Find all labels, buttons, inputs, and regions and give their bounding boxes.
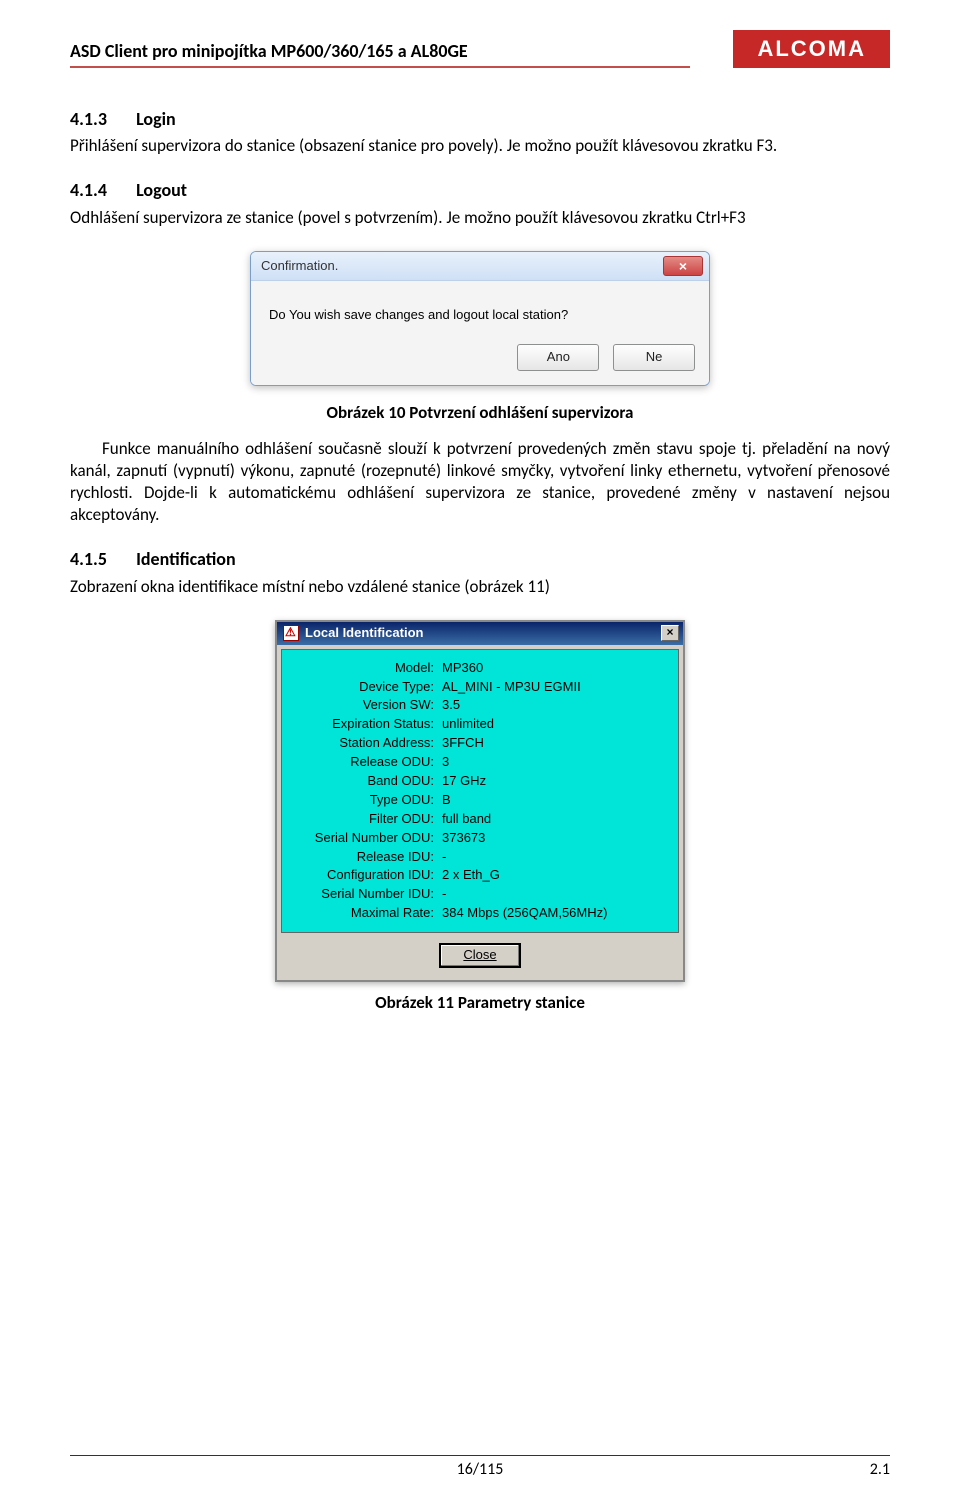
section-logout-text: Odhlášení supervizora ze stanice (povel … xyxy=(70,207,890,229)
content: 4.1.3 Login Přihlášení supervizora do st… xyxy=(70,108,890,1014)
post-figure10-paragraph: Funkce manuálního odhlášení současně slo… xyxy=(70,438,890,526)
confirmation-dialog: Confirmation. × Do You wish save changes… xyxy=(250,251,710,386)
id-row: Release IDU:- xyxy=(292,849,668,866)
id-row: Station Address:3FFCH xyxy=(292,735,668,752)
section-number: 4.1.5 xyxy=(70,548,132,571)
id-label: Maximal Rate: xyxy=(292,905,442,922)
id-value: 2 x Eth_G xyxy=(442,867,500,884)
id-label: Model: xyxy=(292,660,442,677)
id-value: 384 Mbps (256QAM,56MHz) xyxy=(442,905,607,922)
section-logout-heading: 4.1.4 Logout xyxy=(70,179,890,202)
id-row: Filter ODU:full band xyxy=(292,811,668,828)
id-row: Band ODU:17 GHz xyxy=(292,773,668,790)
id-value: B xyxy=(442,792,451,809)
identification-window: Local Identification × Model:MP360Device… xyxy=(275,620,685,982)
dialog-buttons: Ano Ne xyxy=(251,334,709,385)
section-title: Login xyxy=(136,108,176,130)
id-value: unlimited xyxy=(442,716,494,733)
close-icon[interactable]: × xyxy=(661,625,679,641)
id-row: Device Type:AL_MINI - MP3U EGMII xyxy=(292,679,668,696)
id-value: - xyxy=(442,849,446,866)
section-login-text: Přihlášení supervizora do stanice (obsaz… xyxy=(70,135,890,157)
id-value: AL_MINI - MP3U EGMII xyxy=(442,679,581,696)
id-label: Device Type: xyxy=(292,679,442,696)
section-number: 4.1.3 xyxy=(70,108,132,131)
page-footer: 16/115 2.1 xyxy=(70,1455,890,1479)
id-row: Serial Number IDU:- xyxy=(292,886,668,903)
id-label: Station Address: xyxy=(292,735,442,752)
page-header: ASD Client pro minipojítka MP600/360/165… xyxy=(70,30,890,68)
page: ASD Client pro minipojítka MP600/360/165… xyxy=(0,0,960,1503)
doc-title: ASD Client pro minipojítka MP600/360/165… xyxy=(70,40,690,68)
id-label: Serial Number ODU: xyxy=(292,830,442,847)
section-title: Identification xyxy=(136,548,236,570)
id-row: Configuration IDU:2 x Eth_G xyxy=(292,867,668,884)
id-value: 3 xyxy=(442,754,449,771)
id-row: Maximal Rate:384 Mbps (256QAM,56MHz) xyxy=(292,905,668,922)
id-panel: Model:MP360Device Type:AL_MINI - MP3U EG… xyxy=(281,649,679,933)
figure-10: Confirmation. × Do You wish save changes… xyxy=(70,251,890,392)
id-label: Version SW: xyxy=(292,697,442,714)
section-login-heading: 4.1.3 Login xyxy=(70,108,890,131)
id-value: full band xyxy=(442,811,491,828)
dialog-message: Do You wish save changes and logout loca… xyxy=(269,307,691,324)
dialog-body: Do You wish save changes and logout loca… xyxy=(251,281,709,334)
id-value: 3FFCH xyxy=(442,735,484,752)
id-label: Release IDU: xyxy=(292,849,442,866)
id-row: Serial Number ODU:373673 xyxy=(292,830,668,847)
brand-logo: ALCOMA xyxy=(733,30,890,68)
id-label: Filter ODU: xyxy=(292,811,442,828)
id-value: 373673 xyxy=(442,830,485,847)
id-value: 3.5 xyxy=(442,697,460,714)
dialog-title: Confirmation. xyxy=(261,258,338,275)
id-row: Release ODU:3 xyxy=(292,754,668,771)
id-body: Model:MP360Device Type:AL_MINI - MP3U EG… xyxy=(277,645,683,980)
warning-icon xyxy=(283,625,299,641)
section-title: Logout xyxy=(136,179,187,201)
id-label: Configuration IDU: xyxy=(292,867,442,884)
id-row: Expiration Status:unlimited xyxy=(292,716,668,733)
id-row: Version SW:3.5 xyxy=(292,697,668,714)
id-button-row: Close xyxy=(281,933,679,976)
id-label: Type ODU: xyxy=(292,792,442,809)
id-label: Band ODU: xyxy=(292,773,442,790)
id-row: Type ODU:B xyxy=(292,792,668,809)
id-label: Release ODU: xyxy=(292,754,442,771)
figure-11: Local Identification × Model:MP360Device… xyxy=(70,620,890,982)
section-identification-text: Zobrazení okna identifikace místní nebo … xyxy=(70,576,890,598)
id-value: MP360 xyxy=(442,660,483,677)
dialog-titlebar: Confirmation. × xyxy=(251,252,709,281)
section-number: 4.1.4 xyxy=(70,179,132,202)
id-label: Serial Number IDU: xyxy=(292,886,442,903)
close-button[interactable]: Close xyxy=(439,943,520,968)
no-button[interactable]: Ne xyxy=(613,344,695,371)
id-row: Model:MP360 xyxy=(292,660,668,677)
figure-10-caption: Obrázek 10 Potvrzení odhlášení supervizo… xyxy=(70,402,890,424)
page-number: 16/115 xyxy=(70,1460,890,1479)
id-window-title: Local Identification xyxy=(305,625,423,642)
section-identification-heading: 4.1.5 Identification xyxy=(70,548,890,571)
id-titlebar: Local Identification × xyxy=(277,622,683,645)
close-icon[interactable]: × xyxy=(663,256,703,276)
id-value: 17 GHz xyxy=(442,773,486,790)
id-label: Expiration Status: xyxy=(292,716,442,733)
id-value: - xyxy=(442,886,446,903)
figure-11-caption: Obrázek 11 Parametry stanice xyxy=(70,992,890,1014)
yes-button[interactable]: Ano xyxy=(517,344,599,371)
